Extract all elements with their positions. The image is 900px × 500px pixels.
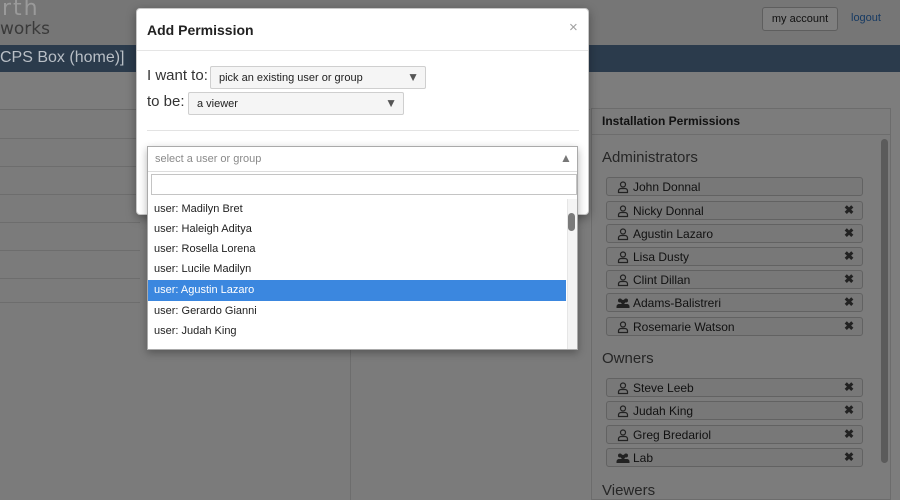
role-label: to be:: [147, 93, 185, 110]
remove-icon[interactable]: ✖: [844, 427, 854, 441]
picker-toggle[interactable]: select a user or group ▲: [148, 147, 577, 172]
user-icon: [617, 321, 629, 334]
member-chip: Nicky Donnal ✖: [606, 201, 863, 220]
remove-icon[interactable]: ✖: [844, 249, 854, 263]
user-icon: [617, 205, 629, 218]
owners-heading: Owners: [602, 350, 654, 367]
option-label: user: Haleigh Aditya: [154, 223, 252, 235]
member-chip: Clint Dillan ✖: [606, 270, 863, 289]
chevron-down-icon: ▼: [385, 96, 397, 110]
modal-title: Add Permission: [147, 22, 254, 38]
picker-search-input[interactable]: [151, 174, 577, 195]
user-icon: [617, 251, 629, 264]
member-chip: Agustin Lazaro ✖: [606, 224, 863, 243]
permissions-title: Installation Permissions: [602, 114, 741, 128]
chevron-down-icon: ▼: [407, 70, 419, 84]
remove-icon[interactable]: ✖: [844, 226, 854, 240]
group-icon: [616, 298, 630, 308]
user-icon: [617, 405, 629, 418]
close-icon[interactable]: ×: [569, 19, 578, 36]
column-divider: [350, 350, 351, 500]
action-select[interactable]: pick an existing user or group ▼: [210, 66, 426, 89]
remove-icon[interactable]: ✖: [844, 295, 854, 309]
member-name: Steve Leeb: [633, 381, 694, 395]
picker-option[interactable]: user: Rosella Lorena: [148, 239, 566, 260]
member-name: Judah King: [633, 404, 694, 418]
modal-divider: [147, 130, 579, 131]
user-icon: [617, 429, 629, 442]
permissions-header: Installation Permissions: [592, 109, 890, 135]
picker-scrollbar-thumb[interactable]: [568, 213, 575, 231]
divider: [0, 222, 140, 223]
option-label: user: Rosella Lorena: [154, 243, 256, 255]
remove-icon[interactable]: ✖: [844, 319, 854, 333]
logout-link[interactable]: logout: [851, 12, 881, 24]
action-select-value: pick an existing user or group: [219, 72, 363, 84]
picker-option[interactable]: user: Judah King: [148, 321, 566, 342]
remove-icon[interactable]: ✖: [844, 203, 854, 217]
role-select[interactable]: a viewer ▼: [188, 92, 404, 115]
member-name: Adams-Balistreri: [633, 296, 722, 310]
member-chip: Adams-Balistreri ✖: [606, 293, 863, 312]
user-icon: [617, 382, 629, 395]
divider: [0, 166, 140, 167]
member-name: Nicky Donnal: [633, 204, 704, 218]
divider: [0, 278, 140, 279]
member-name: Rosemarie Watson: [633, 320, 735, 334]
picker-option[interactable]: user: Madilyn Bret: [148, 199, 566, 220]
logo-subtext: works: [0, 19, 50, 39]
member-name: Lisa Dusty: [633, 250, 690, 264]
installation-title: CPS Box (home)]: [0, 49, 125, 66]
user-icon: [617, 228, 629, 241]
permissions-scrollbar[interactable]: [881, 139, 888, 463]
remove-icon[interactable]: ✖: [844, 403, 854, 417]
picker-option[interactable]: user: Gerardo Gianni: [148, 301, 566, 322]
user-icon: [617, 181, 629, 194]
option-label: user: Lucile Madilyn: [154, 263, 252, 275]
divider: [0, 250, 140, 251]
member-chip: Greg Bredariol ✖: [606, 425, 863, 444]
member-name: Lab: [633, 451, 654, 465]
member-chip: Lab ✖: [606, 448, 863, 467]
user-group-picker[interactable]: select a user or group ▲ user: Madilyn B…: [147, 146, 578, 350]
member-chip: Steve Leeb ✖: [606, 378, 863, 397]
picker-option[interactable]: user: Lucile Madilyn: [148, 259, 566, 280]
my-account-button[interactable]: my account: [762, 7, 838, 31]
option-label: user: Gerardo Gianni: [154, 305, 257, 317]
option-label: user: Agustin Lazaro: [154, 284, 255, 296]
member-name: Clint Dillan: [633, 273, 691, 287]
member-chip: Rosemarie Watson ✖: [606, 317, 863, 336]
remove-icon[interactable]: ✖: [844, 380, 854, 394]
option-label: user: Judah King: [154, 325, 237, 337]
remove-icon[interactable]: ✖: [844, 272, 854, 286]
member-chip: Judah King ✖: [606, 401, 863, 420]
divider: [0, 138, 140, 139]
installation-permissions-panel: Installation Permissions Administrators …: [591, 108, 891, 500]
role-select-value: a viewer: [197, 98, 238, 110]
viewers-heading: Viewers: [602, 482, 656, 499]
member-name: Greg Bredariol: [633, 428, 712, 442]
member-chip: Lisa Dusty ✖: [606, 247, 863, 266]
divider: [0, 194, 140, 195]
member-name: John Donnal: [633, 180, 701, 194]
picker-option-highlighted[interactable]: user: Agustin Lazaro: [148, 280, 566, 301]
member-chip: John Donnal: [606, 177, 863, 196]
divider: [0, 302, 140, 303]
picker-option[interactable]: user: Haleigh Aditya: [148, 219, 566, 240]
administrators-heading: Administrators: [602, 149, 698, 166]
logo-text: rth: [2, 0, 40, 21]
remove-icon[interactable]: ✖: [844, 450, 854, 464]
user-icon: [617, 274, 629, 287]
member-name: Agustin Lazaro: [633, 227, 714, 241]
group-icon: [616, 453, 630, 463]
want-label: I want to:: [147, 67, 208, 84]
picker-placeholder: select a user or group: [155, 153, 262, 165]
modal-header: Add Permission ×: [137, 9, 588, 51]
option-label: user: Madilyn Bret: [154, 203, 243, 215]
picker-options-list: user: Madilyn Bret user: Haleigh Aditya …: [148, 199, 566, 349]
chevron-up-icon: ▲: [560, 151, 572, 165]
